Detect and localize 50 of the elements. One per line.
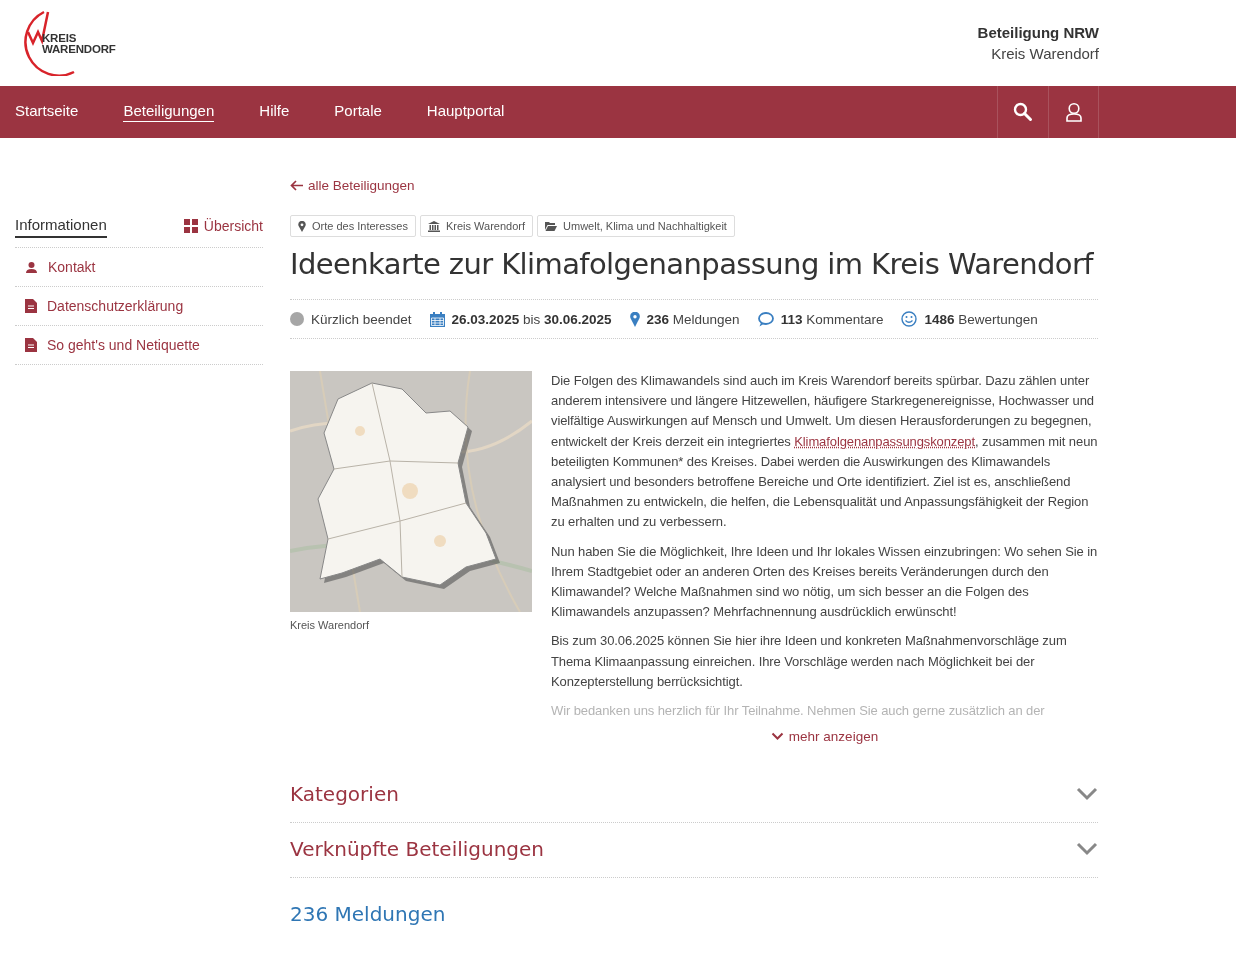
reports-count: 236 Meldungen <box>646 311 740 327</box>
nav-item[interactable]: Hilfe <box>259 86 290 138</box>
nav-item[interactable]: Startseite <box>15 86 79 138</box>
site-subtitle: Kreis Warendorf <box>990 45 1099 62</box>
sidebar-title: Informationen <box>15 216 107 238</box>
concept-link[interactable]: Klimafolgenanpassungskonzept <box>794 433 975 449</box>
nav-item[interactable]: Hauptportal <box>426 86 505 138</box>
search-icon <box>1013 102 1033 122</box>
person-icon <box>25 260 38 274</box>
date-range: 26.03.2025 bis 30.06.2025 <box>451 311 612 327</box>
folder-icon <box>545 221 558 231</box>
show-more-button[interactable]: mehr anzeigen <box>770 729 879 745</box>
speech-bubble-icon <box>757 311 774 327</box>
page-title: Ideenkarte zur Klimafolgenanpassung im Kreis Warendorf <box>290 247 1095 281</box>
document-icon <box>25 338 37 352</box>
arrow-left-icon <box>290 180 303 191</box>
sidebar-item[interactable]: Kontakt <box>15 248 263 287</box>
smiley-icon <box>901 311 918 327</box>
site-title: Beteiligung NRW <box>977 24 1099 41</box>
grid-icon <box>183 218 198 233</box>
accordion-header[interactable]: Verknüpfte Beteiligungen <box>290 823 1098 879</box>
description-paragraph: Nun haben Sie die Möglichkeit, Ihre Ideen und Ihr lokales Wissen einzubringen: Wo sehen Sie in Ihrem Stadtgebiet oder an anderen Orten des Kreises bereits Veränderungen durch den Klimawandel? Welche Maßnahmen sind wo nötig, um sich besser an die Folgen des Klimawandels anzupassen? Mehrfachnennung ausdrücklich erwünscht! <box>551 542 1098 622</box>
description-paragraph: Wir bedanken uns herzlich für Ihr Teilnahme. Nehmen Sie auch gerne zusätzlich an der <box>551 702 1046 721</box>
results-heading: 236 Meldungen <box>290 902 447 927</box>
nav-item[interactable]: Portale <box>334 86 382 138</box>
accordion-header[interactable]: Kategorien <box>290 768 1098 824</box>
sidebar-item[interactable]: So geht's und Netiquette <box>15 326 263 365</box>
user-icon <box>1064 102 1083 122</box>
building-icon <box>428 220 440 232</box>
back-link[interactable]: alle Beteiligungen <box>290 178 415 193</box>
comments-count: 113 Kommentare <box>780 311 884 327</box>
nav-item[interactable]: Beteiligungen <box>123 86 215 138</box>
tag[interactable]: Umwelt, Klima und Nachhaltigkeit <box>537 215 735 237</box>
sidebar-item[interactable]: Datenschutzerklärung <box>15 287 263 326</box>
ratings-count: 1486 Bewertungen <box>924 311 1038 327</box>
tag[interactable]: Orte des Interesses <box>290 215 416 237</box>
chevron-down-icon <box>770 732 784 742</box>
account-button[interactable] <box>1048 86 1099 138</box>
pin-icon <box>298 220 306 232</box>
document-icon <box>25 299 37 313</box>
pin-icon <box>629 311 640 327</box>
image-caption: Kreis Warendorf <box>290 619 371 631</box>
overview-link[interactable]: Übersicht <box>183 217 263 234</box>
chevron-icon <box>1076 842 1098 857</box>
tag[interactable]: Kreis Warendorf <box>420 215 534 237</box>
description-paragraph: Bis zum 30.06.2025 können Sie hier ihre Ideen und konkreten Maßnahmenvorschläge zum Thema Klimaanpassung einreichen. Ihre Vorschläge werden nach Möglichkeit bei der Konzepterstellung berrücksichtigt. <box>551 632 1068 691</box>
calendar-icon <box>429 311 445 327</box>
description-paragraph: Die Folgen des Klimawandels sind auch im Kreis Warendorf bereits spürbar. Dazu zählen unter anderem intensivere und längere Hitzewellen, häufigere Starkregenereignisse, Hochwasser und vielfältige Auswirkungen auf Mensch und Umwelt. Um diesen Herausforderungen zu begegnen, entwickelt der Kreis derzeit ein integriertes Klimafolgenanpassungskonzept, zusammen mit neun beteiligten Kommunen* des Kreises. Dabei werden die Auswirkungen des Klimawandels analysiert und besonders betroffene Bereiche und Orte identifiziert. Ziel ist es, anschließend Maßnahmen zu entwickeln, die helfen, die Lebensqualität und Anpassungsfähigkeit der Region zu erhalten und zu verbessern. <box>551 372 1098 532</box>
chevron-icon <box>1076 787 1098 802</box>
status-text: Kürzlich beendet <box>311 311 412 327</box>
